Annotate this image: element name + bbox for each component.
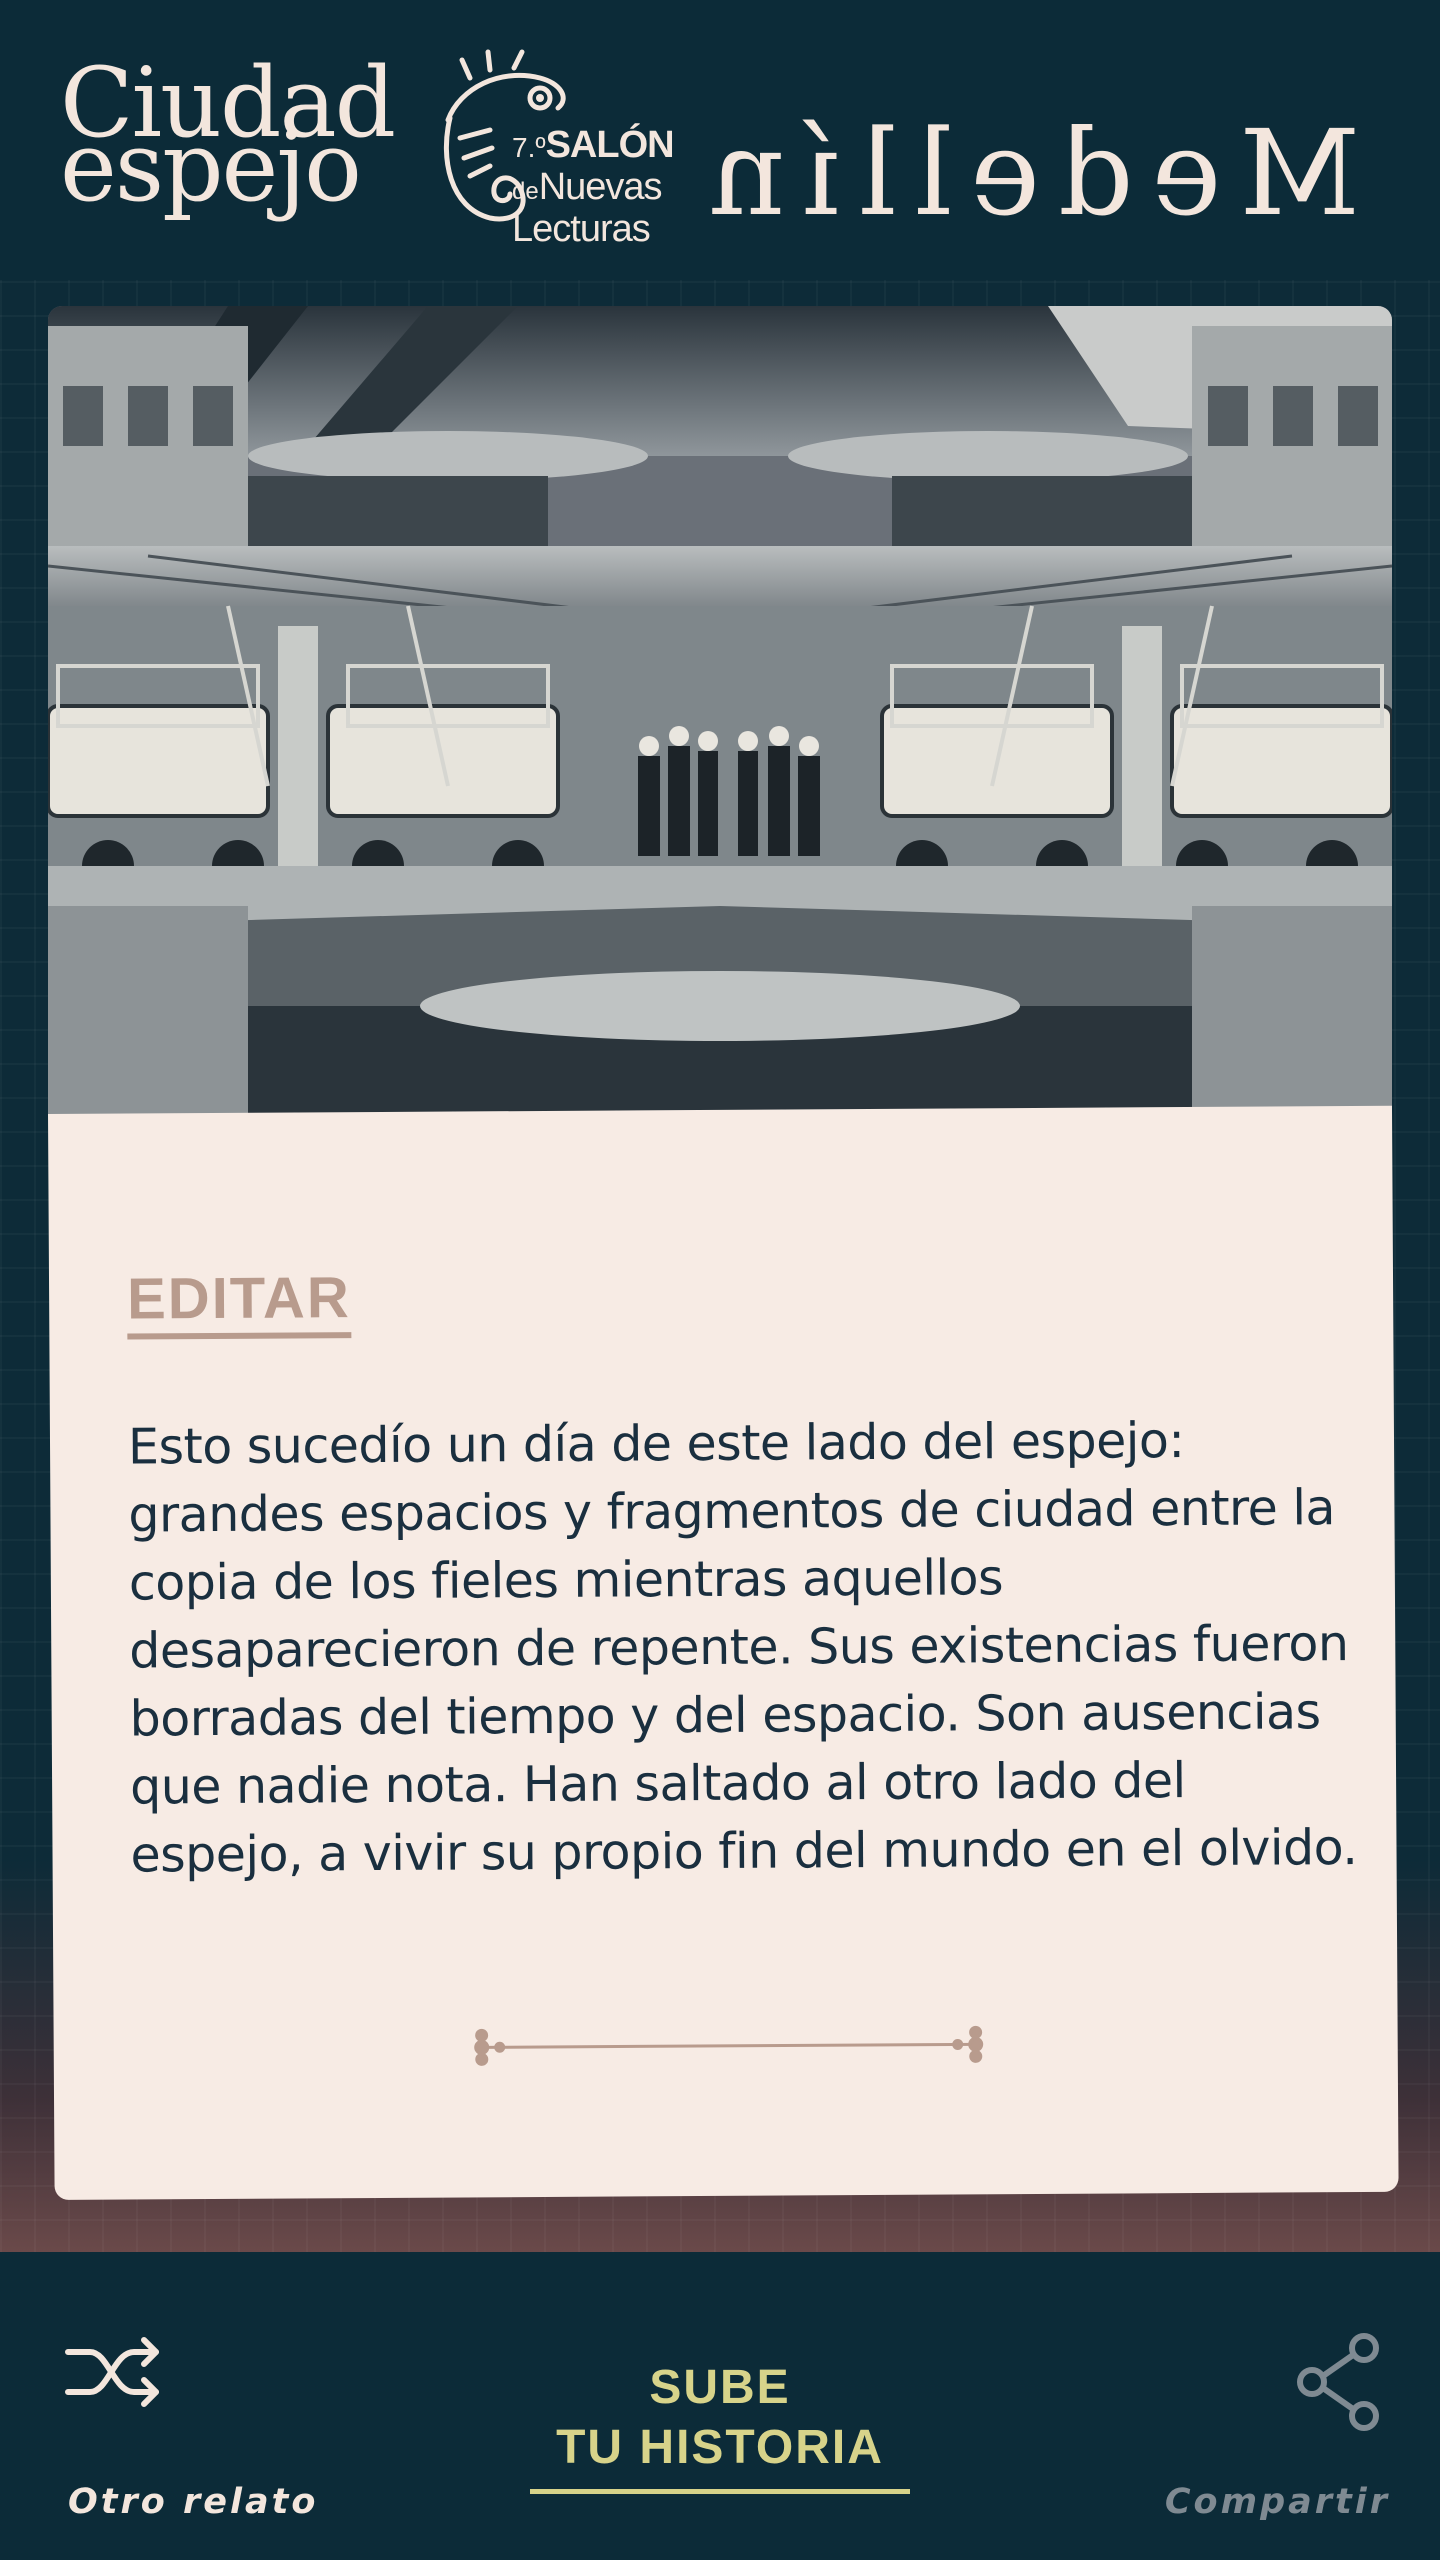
other-story-button[interactable]: Otro relato: [60, 2332, 360, 2532]
share-icon: [1297, 2333, 1379, 2431]
bottom-bar: Otro relato SUBE TU HISTORIA Compartir: [0, 2252, 1440, 2560]
salon-nuevas: Nuevas: [538, 166, 663, 208]
upload-story-button[interactable]: SUBE TU HISTORIA: [530, 2358, 910, 2494]
salon-number: 7.º: [512, 132, 546, 163]
share-button[interactable]: Compartir: [1110, 2332, 1390, 2532]
upload-line-1: SUBE: [649, 2361, 791, 2414]
share-label: Compartir: [1164, 2482, 1390, 2522]
upload-line-2: TU HISTORIA: [556, 2421, 884, 2474]
medellin-mirrored-logo: Medellín: [690, 104, 1360, 242]
salon-word: SALÓN: [545, 124, 675, 166]
mirrored-station-photo: [48, 306, 1392, 1116]
salon-nuevas-lecturas-logo: 7.ºSALÓN deNuevas Lecturas: [430, 48, 675, 248]
edit-link[interactable]: EDITAR: [127, 1265, 351, 1340]
salon-de: de: [512, 178, 539, 205]
shuffle-icon: [65, 2337, 159, 2407]
story-text: Esto sucedío un día de este lado del esp…: [127, 1412, 1358, 1884]
salon-text: 7.ºSALÓN deNuevas Lecturas: [512, 126, 675, 254]
other-story-label: Otro relato: [68, 2482, 319, 2522]
logo-line-2: espejo: [60, 111, 362, 223]
story-photo: [48, 306, 1392, 1116]
story-card: EDITAR Esto sucedío un día de este lado …: [48, 1105, 1399, 2200]
salon-lecturas: Lecturas: [512, 208, 651, 250]
upload-underline: [530, 2489, 910, 2494]
header: Ciudad espejo 7.ºSALÓN deNuevas Lecturas…: [0, 0, 1440, 280]
ornamental-divider: [474, 2025, 984, 2066]
ciudad-espejo-logo: Ciudad espejo: [60, 55, 400, 223]
